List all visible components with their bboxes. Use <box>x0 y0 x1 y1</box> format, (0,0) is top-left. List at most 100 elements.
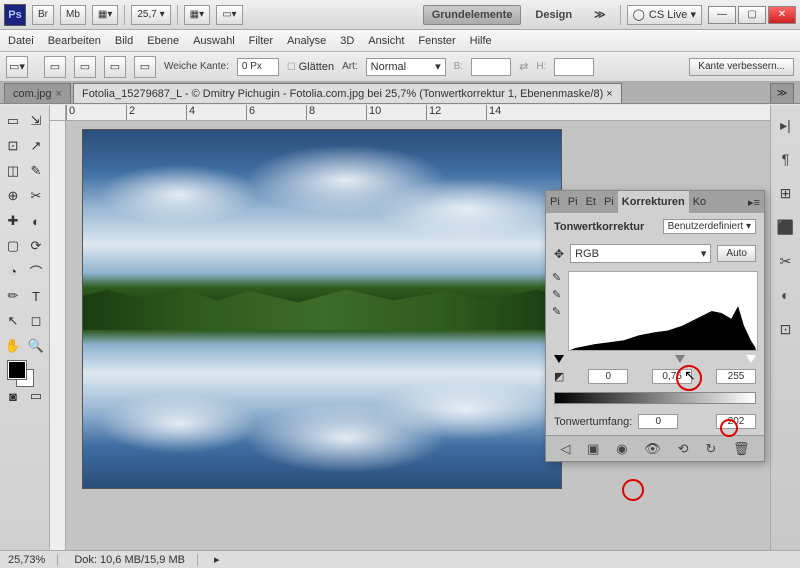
menu-datei[interactable]: Datei <box>8 35 34 47</box>
panel-icon-2[interactable]: ¶ <box>776 149 796 169</box>
zoom-status[interactable]: 25,73% <box>8 554 58 566</box>
move-tool[interactable]: ▭ <box>2 109 24 133</box>
panel-icon-4[interactable]: ⬛ <box>776 217 796 237</box>
feather-input[interactable]: 0 Px <box>237 58 279 76</box>
doc-info[interactable]: Dok: 10,6 MB/15,9 MB <box>74 554 198 566</box>
history-brush-tool[interactable]: ◐ <box>25 209 47 233</box>
black-point-slider[interactable] <box>554 355 564 363</box>
panel-icon-5[interactable]: ✂ <box>776 251 796 271</box>
minimize-button[interactable]: — <box>708 6 736 24</box>
black-eyedropper-icon[interactable]: ✎ <box>552 271 561 284</box>
menu-bild[interactable]: Bild <box>115 35 133 47</box>
eraser-tool[interactable]: ▢ <box>2 234 24 258</box>
output-black-slider[interactable] <box>551 404 561 412</box>
cslive-button[interactable]: ◯CS Live ▾ <box>627 5 702 25</box>
menu-3d[interactable]: 3D <box>340 35 354 47</box>
workspace-more[interactable]: ≫ <box>586 5 614 24</box>
doc-tab-2[interactable]: Fotolia_15279687_L - © Dmitry Pichugin -… <box>73 83 622 103</box>
input-mid-value[interactable]: 0,76 <box>652 369 692 384</box>
add-selection-icon[interactable]: ▭ <box>74 56 96 78</box>
shape-tool[interactable]: ◻ <box>25 309 47 333</box>
stamp-tool[interactable]: ✚ <box>2 209 24 233</box>
workspace-design[interactable]: Design <box>527 6 580 24</box>
document-canvas[interactable] <box>82 129 562 489</box>
menu-auswahl[interactable]: Auswahl <box>193 35 235 47</box>
panel-tab[interactable]: Pi <box>546 196 564 208</box>
visibility-icon[interactable]: 👁 <box>644 441 661 457</box>
channel-select[interactable]: RGB▾ <box>570 244 711 263</box>
panel-icon-7[interactable]: ⊡ <box>776 319 796 339</box>
healing-tool[interactable]: ⊕ <box>2 184 24 208</box>
view-extras-button[interactable]: ▦▾ <box>184 5 210 25</box>
minibridge-button[interactable]: Mb <box>60 5 86 25</box>
panel-menu-icon[interactable]: ▸≡ <box>744 196 764 209</box>
menu-bearbeiten[interactable]: Bearbeiten <box>48 35 101 47</box>
ruler-vertical[interactable] <box>50 121 66 556</box>
crop-tool[interactable]: ◫ <box>2 159 24 183</box>
clip-icon[interactable]: ◉ <box>616 441 627 457</box>
style-select[interactable]: Normal ▾ <box>366 58 446 76</box>
gray-eyedropper-icon[interactable]: ✎ <box>552 288 561 301</box>
panel-icon-3[interactable]: ⊞ <box>776 183 796 203</box>
path-select-tool[interactable]: ↖ <box>2 309 24 333</box>
menu-hilfe[interactable]: Hilfe <box>470 35 492 47</box>
zoom-tool[interactable]: 🔍 <box>25 334 47 358</box>
doc-tab-1[interactable]: com.jpg× <box>4 83 71 103</box>
panel-tab[interactable]: Pi <box>564 196 582 208</box>
input-sliders[interactable] <box>554 355 756 367</box>
type-tool[interactable]: T <box>25 284 47 308</box>
refine-edge-button[interactable]: Kante verbessern... <box>689 58 794 76</box>
blur-tool[interactable]: ◔ <box>2 259 24 283</box>
color-swatches[interactable] <box>2 359 47 393</box>
output-white-value[interactable]: 202 <box>716 414 756 429</box>
input-black-value[interactable]: 0 <box>588 369 628 384</box>
menu-ansicht[interactable]: Ansicht <box>368 35 404 47</box>
panel-tab[interactable]: Et <box>582 196 600 208</box>
screen-mode-button[interactable]: ▭▾ <box>216 5 242 25</box>
eyedropper-tool[interactable]: ✎ <box>25 159 47 183</box>
menu-ebene[interactable]: Ebene <box>147 35 179 47</box>
histogram-icon[interactable]: ◩ <box>554 370 564 383</box>
output-gradient[interactable] <box>554 392 756 404</box>
panel-icon-1[interactable]: ▸| <box>776 115 796 135</box>
input-white-value[interactable]: 255 <box>716 369 756 384</box>
hand-tool[interactable]: ✋ <box>2 334 24 358</box>
new-selection-icon[interactable]: ▭ <box>44 56 66 78</box>
lasso-tool[interactable]: ⊡ <box>2 134 24 158</box>
auto-button[interactable]: Auto <box>717 245 756 262</box>
output-black-value[interactable]: 0 <box>638 414 678 429</box>
sub-selection-icon[interactable]: ▭ <box>104 56 126 78</box>
close-button[interactable]: ✕ <box>768 6 796 24</box>
close-icon[interactable]: × <box>56 88 62 100</box>
panel-tab-korrekturen[interactable]: Korrekturen <box>618 191 689 213</box>
midtone-slider[interactable] <box>675 355 685 363</box>
white-point-slider[interactable] <box>746 355 756 363</box>
brush-tool[interactable]: ✂ <box>25 184 47 208</box>
preset-select[interactable]: Benutzerdefiniert ▾ <box>663 219 756 234</box>
tabs-overflow[interactable]: ≫ <box>770 83 794 103</box>
pen-tool[interactable]: ✏ <box>2 284 24 308</box>
intersect-selection-icon[interactable]: ▭ <box>134 56 156 78</box>
panel-icon-6[interactable]: ◐ <box>776 285 796 305</box>
panel-tab[interactable]: Pi <box>600 196 618 208</box>
info-menu-icon[interactable]: ▸ <box>214 553 220 566</box>
tool-preset-icon[interactable]: ▭▾ <box>6 56 28 78</box>
workspace-grundelemente[interactable]: Grundelemente <box>423 5 522 25</box>
expand-icon[interactable]: ▣ <box>587 441 599 457</box>
arrange-button[interactable]: ▦▾ <box>92 5 118 25</box>
output-white-slider[interactable] <box>737 404 747 412</box>
panel-tab[interactable]: Ko <box>689 196 710 208</box>
bridge-button[interactable]: Br <box>32 5 54 25</box>
delete-icon[interactable]: 🗑 <box>733 441 750 457</box>
gradient-tool[interactable]: ⟳ <box>25 234 47 258</box>
dodge-tool[interactable]: ⌒ <box>25 259 47 283</box>
white-eyedropper-icon[interactable]: ✎ <box>552 305 561 318</box>
zoom-field[interactable]: 25,7 ▾ <box>131 5 170 25</box>
menu-analyse[interactable]: Analyse <box>287 35 326 47</box>
menu-filter[interactable]: Filter <box>249 35 273 47</box>
marquee-tool[interactable]: ⇲ <box>25 109 47 133</box>
ruler-origin[interactable] <box>50 105 66 121</box>
back-icon[interactable]: ◁ <box>560 441 570 457</box>
menu-fenster[interactable]: Fenster <box>418 35 455 47</box>
quick-select-tool[interactable]: ↗ <box>25 134 47 158</box>
